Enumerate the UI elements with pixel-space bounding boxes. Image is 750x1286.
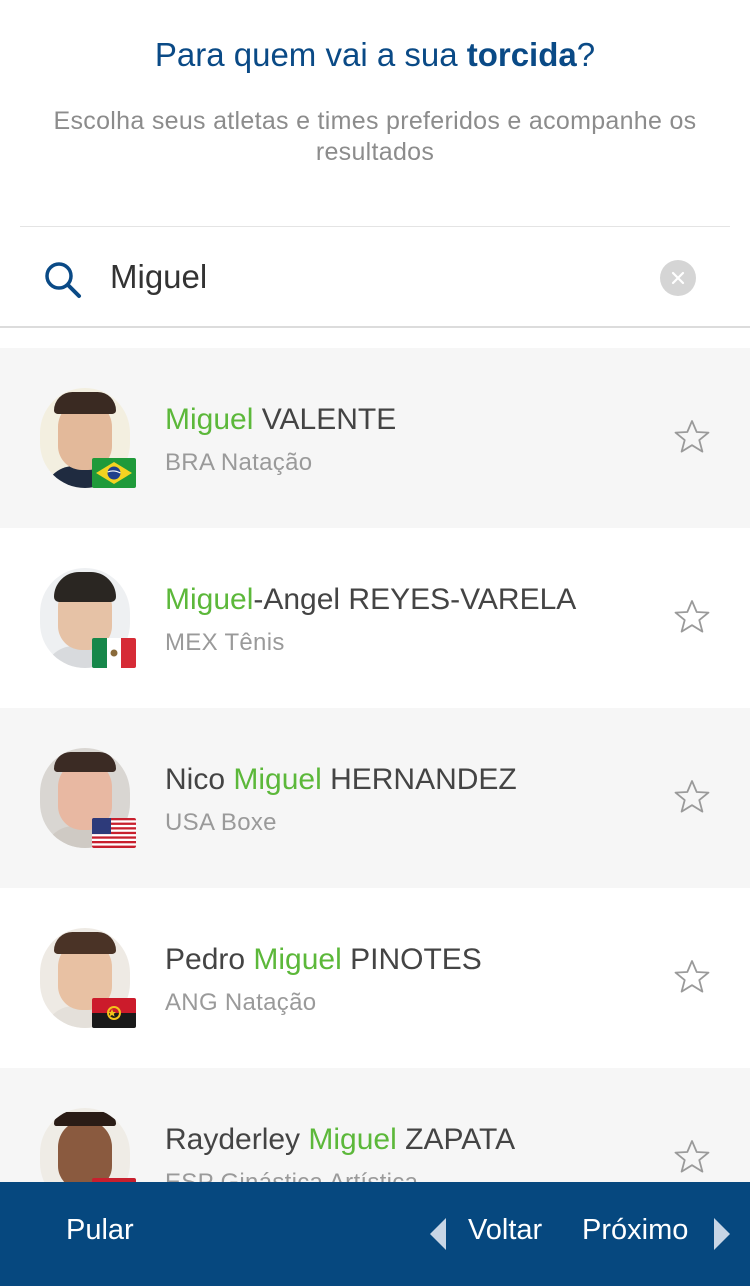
page-title: Para quem vai a sua torcida? [0,36,750,74]
back-arrow-icon[interactable] [430,1218,446,1250]
search-icon [45,262,81,298]
clear-search-button[interactable] [660,260,696,296]
divider [0,326,750,328]
favorite-star-icon[interactable] [673,778,711,816]
favorite-star-icon[interactable] [673,1138,711,1176]
usa-flag-icon [92,818,136,848]
header: Para quem vai a sua torcida? Escolha seu… [0,0,750,226]
athlete-meta: BRA Natação [165,449,313,476]
avatar [40,1108,130,1182]
title-bold: torcida [466,36,577,73]
athlete-name: Miguel VALENTE [165,403,397,436]
athlete-name: Miguel-Angel REYES-VARELA [165,583,577,616]
favorite-star-icon[interactable] [673,958,711,996]
footer-nav: Pular Voltar Próximo [0,1182,750,1286]
athlete-name: Pedro Miguel PINOTES [165,943,482,976]
list-item[interactable]: Rayderley Miguel ZAPATA ESP Ginástica Ar… [0,1068,750,1182]
list-item[interactable]: Pedro Miguel PINOTES ANG Natação [0,888,750,1068]
favorite-star-icon[interactable] [673,418,711,456]
athlete-meta: USA Boxe [165,809,277,836]
list-item[interactable]: Nico Miguel HERNANDEZ USA Boxe [0,708,750,888]
athlete-name: Rayderley Miguel ZAPATA [165,1123,516,1156]
search-bar [0,227,750,326]
brazil-flag-icon [92,458,136,488]
search-input[interactable] [110,252,640,302]
athlete-meta: ESP Ginástica Artística [165,1169,418,1182]
list-item[interactable]: Miguel-Angel REYES-VARELA MEX Tênis [0,528,750,708]
favorite-star-icon[interactable] [673,598,711,636]
athlete-name: Nico Miguel HERNANDEZ [165,763,517,796]
title-suffix: ? [576,36,596,73]
clear-icon [671,271,685,285]
mexico-flag-icon [92,638,136,668]
next-arrow-icon[interactable] [714,1218,730,1250]
list-item[interactable]: Miguel VALENTE BRA Natação [0,348,750,528]
page-subtitle: Escolha seus atletas e times preferidos … [53,107,697,166]
results-list: Miguel VALENTE BRA Natação Miguel-Angel … [0,348,750,1182]
angola-flag-icon [92,998,136,1028]
skip-button[interactable]: Pular [66,1214,134,1247]
athlete-meta: MEX Tênis [165,629,285,656]
title-prefix: Para quem vai a sua [154,36,467,73]
next-button[interactable]: Próximo [582,1214,688,1247]
athlete-meta: ANG Natação [165,989,317,1016]
back-button[interactable]: Voltar [468,1214,542,1247]
